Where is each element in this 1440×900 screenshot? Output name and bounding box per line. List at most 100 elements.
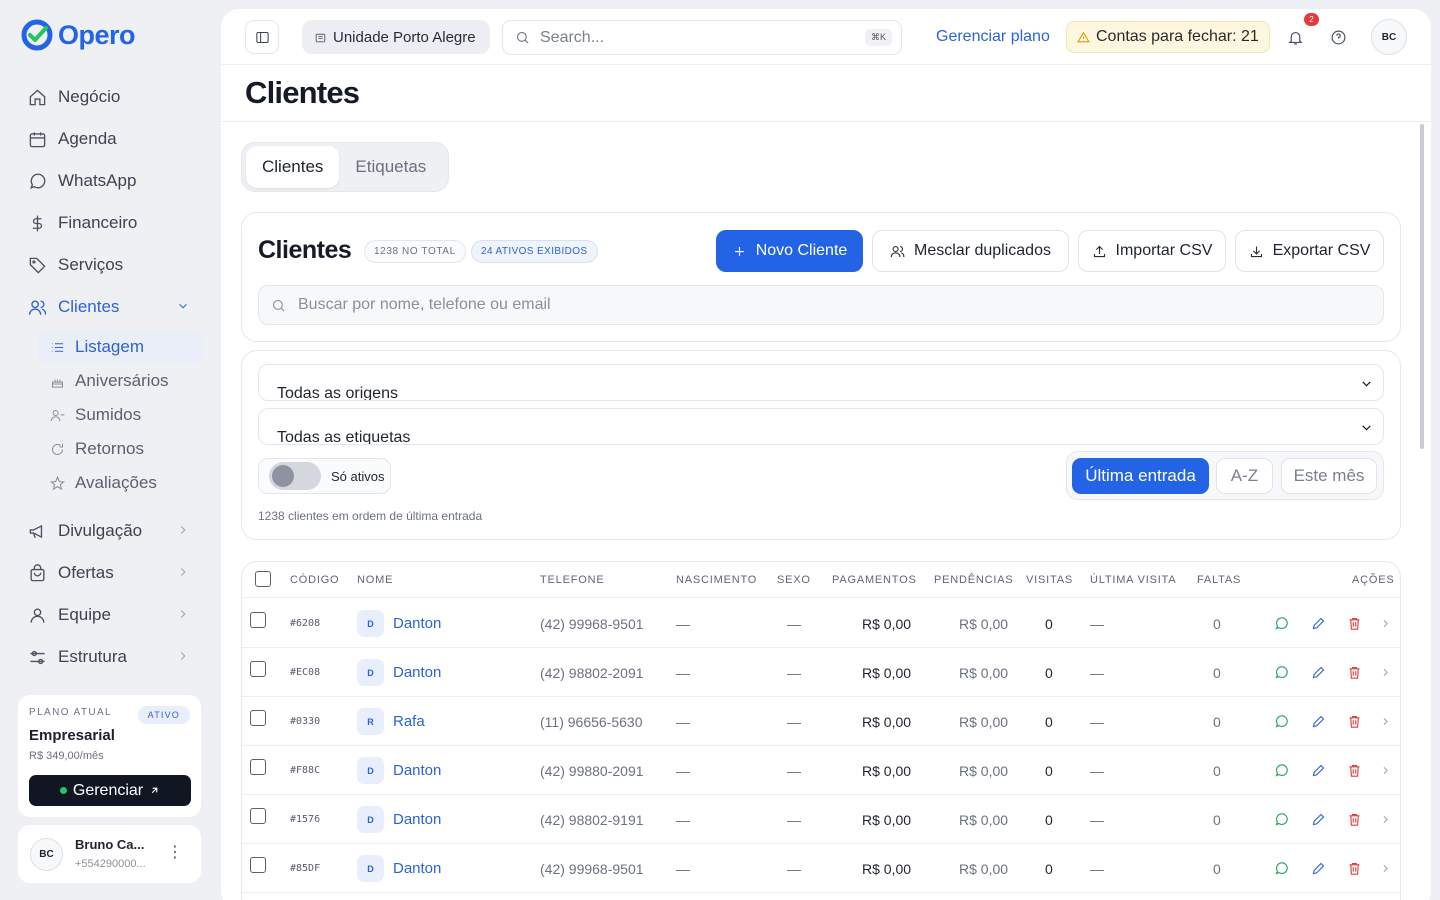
help-icon[interactable]: [1330, 29, 1347, 46]
column-header-visitas[interactable]: VISITAS: [1026, 574, 1073, 586]
column-header-nome[interactable]: NOME: [357, 574, 393, 586]
sidebar-subitem-retornos[interactable]: Retornos: [38, 432, 204, 466]
client-name-link[interactable]: Danton: [393, 811, 441, 828]
client-name-link[interactable]: Danton: [393, 860, 441, 877]
manage-plan-link[interactable]: Gerenciar plano: [936, 28, 1050, 46]
edit-icon[interactable]: [1311, 812, 1326, 827]
sidebar-subitem-listagem[interactable]: Listagem: [38, 330, 204, 364]
table-row[interactable]: #EC08 D Danton (42) 98802-2091 — — R$ 0,00 R$ 0…: [242, 648, 1400, 697]
trash-icon[interactable]: [1347, 714, 1362, 729]
chevron-right-icon[interactable]: [1379, 665, 1392, 680]
whatsapp-icon[interactable]: [1274, 861, 1289, 876]
table-row[interactable]: #1576 D Danton (42) 98802-9191 — — R$ 0,00 R$ 0…: [242, 795, 1400, 844]
trash-icon[interactable]: [1347, 861, 1362, 876]
sidebar-subitem-avaliacoes[interactable]: Avaliações: [38, 466, 204, 500]
chevron-right-icon[interactable]: [1379, 861, 1392, 876]
sort-this-month-button[interactable]: Este mês: [1281, 458, 1377, 494]
export-csv-button[interactable]: Exportar CSV: [1235, 230, 1384, 272]
chevron-right-icon[interactable]: [1379, 714, 1392, 729]
table-row[interactable]: #6208 D Danton (42) 99968-9501 — — R$ 0,00 R$ 0…: [242, 599, 1400, 648]
sidebar-item-clientes[interactable]: Clientes: [18, 288, 204, 326]
client-name-link[interactable]: Danton: [393, 664, 441, 681]
avatar[interactable]: BC: [1371, 19, 1407, 55]
whatsapp-icon[interactable]: [1274, 714, 1289, 729]
edit-icon[interactable]: [1311, 861, 1326, 876]
merge-duplicates-button[interactable]: Mesclar duplicados: [872, 230, 1069, 272]
sidebar-item-agenda[interactable]: Agenda: [18, 120, 204, 158]
whatsapp-icon[interactable]: [1274, 812, 1289, 827]
sidebar-item-estrutura[interactable]: Estrutura: [18, 638, 204, 676]
trash-icon[interactable]: [1347, 812, 1362, 827]
tab-etiquetas[interactable]: Etiquetas: [339, 146, 442, 188]
import-csv-button[interactable]: Importar CSV: [1078, 230, 1226, 272]
client-search-input[interactable]: Buscar por nome, telefone ou email: [258, 285, 1384, 325]
scrollbar[interactable]: [1420, 124, 1424, 449]
column-header-pagamentos[interactable]: PAGAMENTOS: [832, 574, 917, 586]
row-checkbox[interactable]: [250, 661, 266, 677]
client-name-link[interactable]: Danton: [393, 762, 441, 779]
whatsapp-icon[interactable]: [1274, 616, 1289, 631]
row-checkbox[interactable]: [250, 808, 266, 824]
column-header-sexo[interactable]: SEXO: [777, 574, 811, 586]
column-header-pendencias[interactable]: PENDÊNCIAS: [934, 574, 1014, 586]
sidebar-item-divulgacao[interactable]: Divulgação: [18, 512, 204, 550]
manage-plan-button[interactable]: Gerenciar: [29, 775, 191, 806]
sidebar-subitem-sumidos[interactable]: Sumidos: [38, 398, 204, 432]
chevron-right-icon: [180, 526, 186, 534]
column-header-telefone[interactable]: TELEFONE: [540, 574, 604, 586]
chevron-right-icon[interactable]: [1379, 812, 1392, 827]
tab-clientes[interactable]: Clientes: [246, 146, 340, 188]
column-header-nascimento[interactable]: NASCIMENTO: [676, 574, 757, 586]
edit-icon[interactable]: [1311, 665, 1326, 680]
row-checkbox[interactable]: [250, 710, 266, 726]
whatsapp-icon[interactable]: [1274, 665, 1289, 680]
sidebar-item-label: Estrutura: [58, 647, 127, 666]
sidebar-item-negocio[interactable]: Negócio: [18, 78, 204, 116]
brand-logo[interactable]: Opero: [20, 18, 136, 52]
sidebar-subitem-aniversarios[interactable]: Aniversários: [38, 364, 204, 398]
toggle-switch[interactable]: [269, 462, 321, 490]
edit-icon[interactable]: [1311, 616, 1326, 631]
row-checkbox[interactable]: [250, 612, 266, 628]
table-row[interactable]: #85DF D Danton (42) 99968-9501 — — R$ 0,00 R$ 0…: [242, 844, 1400, 893]
accounts-warning[interactable]: Contas para fechar: 21: [1066, 21, 1270, 53]
sidebar-item-ofertas[interactable]: Ofertas: [18, 554, 204, 592]
select-all-checkbox[interactable]: [255, 571, 271, 587]
trash-icon[interactable]: [1347, 665, 1362, 680]
client-name-link[interactable]: Rafa: [393, 713, 425, 730]
user-card[interactable]: BC Bruno Ca... +554290000... ⋮: [18, 825, 201, 883]
chevron-right-icon[interactable]: [1379, 763, 1392, 778]
chevron-right-icon[interactable]: [1379, 616, 1392, 631]
table-row[interactable]: #0330 R Rafa (11) 96656-5630 — — R$ 0,00 R$ 0,0…: [242, 697, 1400, 746]
trash-icon[interactable]: [1347, 763, 1362, 778]
only-active-toggle[interactable]: Só ativos: [258, 458, 391, 494]
new-client-button[interactable]: Novo Cliente: [716, 230, 863, 272]
column-header-ultima-visita[interactable]: ÚLTIMA VISITA: [1090, 574, 1176, 586]
edit-icon[interactable]: [1311, 763, 1326, 778]
client-name-link[interactable]: Danton: [393, 615, 441, 632]
client-birth: —: [676, 812, 690, 828]
sidebar-item-financeiro[interactable]: Financeiro: [18, 204, 204, 242]
sort-az-button[interactable]: A-Z: [1216, 458, 1273, 494]
row-checkbox[interactable]: [250, 857, 266, 873]
unit-selector[interactable]: Unidade Porto Alegre: [302, 20, 490, 54]
sidebar-item-equipe[interactable]: Equipe: [18, 596, 204, 634]
global-search-input[interactable]: Search... ⌘K: [502, 20, 902, 55]
tags-select[interactable]: Todas as etiquetas: [258, 408, 1384, 445]
sidebar-item-whatsapp[interactable]: WhatsApp: [18, 162, 204, 200]
toggle-sidebar-button[interactable]: [245, 20, 279, 54]
table-row[interactable]: #F88C D Danton (42) 99880-2091 — — R$ 0,00 R$ 0…: [242, 746, 1400, 795]
trash-icon[interactable]: [1347, 616, 1362, 631]
sort-last-entry-button[interactable]: Última entrada: [1072, 458, 1209, 494]
whatsapp-icon[interactable]: [1274, 763, 1289, 778]
row-checkbox[interactable]: [250, 759, 266, 775]
external-arrow-icon: [151, 787, 158, 794]
column-header-codigo[interactable]: CÓDIGO: [290, 574, 339, 586]
origin-select[interactable]: Todas as origens: [258, 364, 1384, 401]
more-vertical-icon[interactable]: ⋮: [167, 845, 183, 861]
client-visits: 0: [1045, 763, 1053, 779]
edit-icon[interactable]: [1311, 714, 1326, 729]
column-header-faltas[interactable]: FALTAS: [1197, 574, 1241, 586]
sidebar-item-servicos[interactable]: Serviços: [18, 246, 204, 284]
bell-icon[interactable]: [1287, 29, 1304, 46]
